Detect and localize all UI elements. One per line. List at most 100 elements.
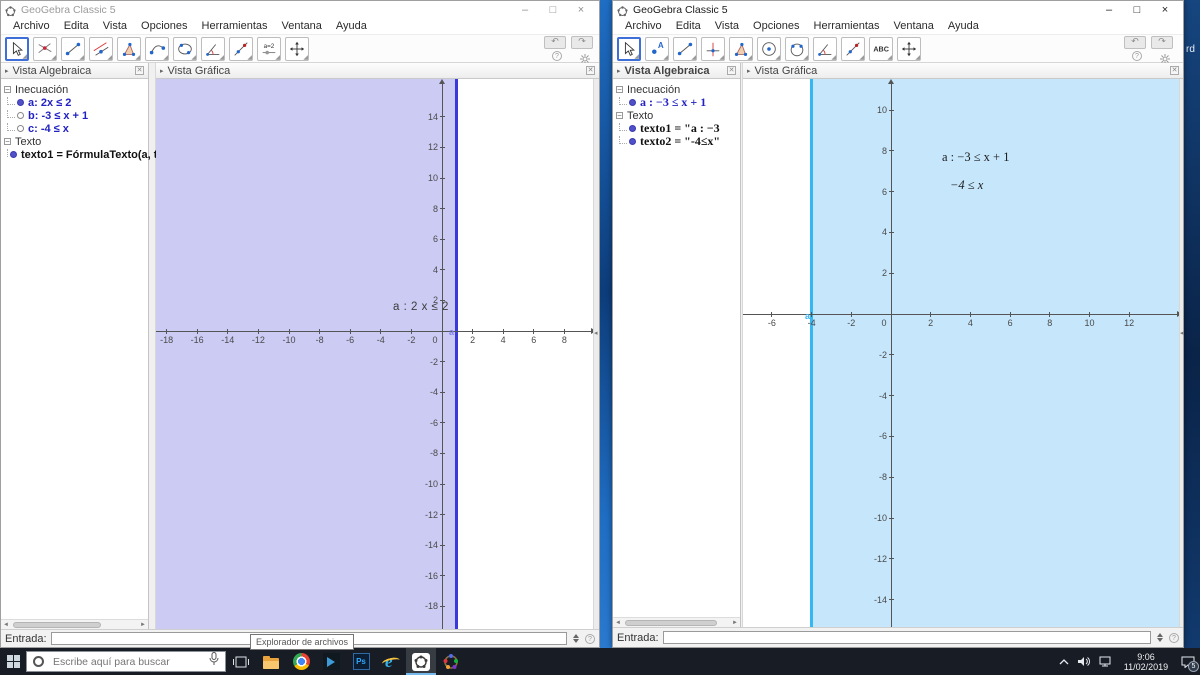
inequality-boundary-line[interactable]: [810, 79, 813, 627]
collapse-left-icon[interactable]: ◂: [1180, 329, 1184, 337]
menu-item-opciones[interactable]: Opciones: [134, 20, 194, 32]
close-icon[interactable]: ✕: [1170, 66, 1179, 75]
search-input[interactable]: [51, 654, 209, 669]
algebra-item[interactable]: a: 2x ≤ 2: [1, 96, 148, 109]
geogebra-color-icon[interactable]: [436, 648, 466, 675]
collapse-strip[interactable]: ◂: [593, 79, 599, 629]
start-button[interactable]: [0, 648, 26, 675]
title-bar[interactable]: GeoGebra Classic 5 – □ ×: [613, 1, 1183, 18]
geogebra-active-icon[interactable]: [406, 648, 436, 675]
polygon-tool-button[interactable]: ◢: [117, 37, 141, 61]
tree-collapse-icon[interactable]: −: [4, 86, 11, 94]
help-icon[interactable]: ?: [585, 633, 595, 644]
minimize-button[interactable]: –: [1095, 2, 1123, 18]
move-graphics-tool-button[interactable]: ◢: [897, 37, 921, 61]
conic-tool-button[interactable]: ◢: [173, 37, 197, 61]
redo-button[interactable]: ↷: [571, 36, 593, 49]
angle-tool-button[interactable]: ◢: [813, 37, 837, 61]
internet-explorer-icon[interactable]: e: [376, 648, 406, 675]
menu-item-edita[interactable]: Edita: [669, 20, 708, 32]
polygon-tool-button[interactable]: ◢: [729, 37, 753, 61]
algebra-item[interactable]: b: -3 ≤ x + 1: [1, 109, 148, 122]
microphone-icon[interactable]: [209, 652, 219, 671]
scrollbar-thumb[interactable]: [625, 619, 717, 626]
minimize-button[interactable]: –: [511, 2, 539, 18]
line-tool-button[interactable]: ◢: [229, 37, 253, 61]
action-center-icon[interactable]: 5: [1176, 648, 1200, 675]
tree-group[interactable]: − Texto: [1, 135, 148, 148]
scrollbar-thumb[interactable]: [13, 621, 101, 628]
graph-canvas[interactable]: a : −3 ≤ x + 1 −4 ≤ x a -6 -4 -2 0 2 4 6 8 10 12 1…: [743, 79, 1181, 627]
menu-item-ayuda[interactable]: Ayuda: [329, 20, 374, 32]
point-label-tool-button[interactable]: A ◢: [645, 37, 669, 61]
menu-item-edita[interactable]: Edita: [57, 20, 96, 32]
move-cursor-tool-button[interactable]: ◢: [5, 37, 29, 61]
algebra-item[interactable]: c: -4 ≤ x: [1, 122, 148, 135]
algebra-item[interactable]: a : −3 ≤ x + 1: [613, 95, 740, 109]
close-icon[interactable]: ✕: [135, 66, 144, 75]
line-tool-button[interactable]: ◢: [841, 37, 865, 61]
visibility-dot[interactable]: [629, 125, 636, 132]
undo-button[interactable]: ↶: [544, 36, 566, 49]
ellipse-tool-button[interactable]: ◢: [785, 37, 809, 61]
input-expand-icon[interactable]: [573, 634, 579, 643]
circular-arc-tool-button[interactable]: ◢: [145, 37, 169, 61]
collapse-strip[interactable]: ◂: [1179, 79, 1184, 627]
scroll-right-icon[interactable]: ►: [138, 622, 148, 628]
intersect-point-tool-button[interactable]: ◢: [33, 37, 57, 61]
move-graphics-tool-button[interactable]: ◢: [285, 37, 309, 61]
help-icon[interactable]: ?: [1132, 51, 1142, 61]
text-object-2[interactable]: −4 ≤ x: [950, 178, 983, 193]
maximize-button[interactable]: □: [539, 2, 567, 18]
segment-tool-button[interactable]: ◢: [673, 37, 697, 61]
menu-item-herramientas[interactable]: Herramientas: [807, 20, 887, 32]
menu-item-vista[interactable]: Vista: [708, 20, 746, 32]
graph-canvas[interactable]: a : 2 x ≤ 2 a -18 -16 -14 -12 -10 -8 -6 -4 -2 0 2 4…: [156, 79, 595, 629]
visibility-dot[interactable]: [10, 151, 17, 158]
taskbar-search[interactable]: [26, 651, 226, 672]
close-icon[interactable]: ✕: [727, 66, 736, 75]
menu-item-vista[interactable]: Vista: [96, 20, 134, 32]
menu-item-ventana[interactable]: Ventana: [887, 20, 941, 32]
expand-arrow-icon[interactable]: ▸: [617, 67, 621, 75]
visibility-dot[interactable]: [17, 99, 24, 106]
entrada-input[interactable]: [662, 631, 1151, 644]
menu-item-herramientas[interactable]: Herramientas: [195, 20, 275, 32]
tree-collapse-icon[interactable]: −: [616, 86, 623, 94]
input-expand-icon[interactable]: [1157, 633, 1163, 642]
slider-tool-button[interactable]: a=2 ◢: [257, 37, 281, 61]
help-icon[interactable]: ?: [1169, 632, 1179, 643]
menu-item-ayuda[interactable]: Ayuda: [941, 20, 986, 32]
collapse-left-icon[interactable]: ◂: [594, 329, 598, 337]
menu-item-archivo[interactable]: Archivo: [618, 20, 669, 32]
expand-arrow-icon[interactable]: ▸: [160, 67, 164, 75]
task-view-icon[interactable]: [226, 648, 256, 675]
close-button[interactable]: ×: [567, 2, 595, 18]
scroll-right-icon[interactable]: ►: [730, 620, 740, 626]
redo-button[interactable]: ↷: [1151, 36, 1173, 49]
circle-center-tool-button[interactable]: ◢: [757, 37, 781, 61]
expand-arrow-icon[interactable]: ▸: [5, 67, 9, 75]
menu-item-ventana[interactable]: Ventana: [275, 20, 329, 32]
angle-tool-button[interactable]: ◢: [201, 37, 225, 61]
visibility-dot[interactable]: [629, 138, 636, 145]
visibility-dot[interactable]: [629, 99, 636, 106]
parallel-line-tool-button[interactable]: ◢: [89, 37, 113, 61]
algebra-item[interactable]: texto2 = "-4≤x": [613, 134, 740, 148]
title-bar[interactable]: GeoGebra Classic 5 – □ ×: [1, 1, 599, 18]
photoshop-icon[interactable]: Ps: [346, 648, 376, 675]
movies-tv-icon[interactable]: [316, 648, 346, 675]
close-button[interactable]: ×: [1151, 2, 1179, 18]
volume-icon[interactable]: [1076, 648, 1093, 675]
close-icon[interactable]: ✕: [586, 66, 595, 75]
network-icon[interactable]: [1097, 648, 1114, 675]
maximize-button[interactable]: □: [1123, 2, 1151, 18]
menu-item-opciones[interactable]: Opciones: [746, 20, 806, 32]
undo-button[interactable]: ↶: [1124, 36, 1146, 49]
chrome-icon[interactable]: [286, 648, 316, 675]
horizontal-scrollbar[interactable]: ◄ ►: [1, 619, 148, 629]
tray-chevron-icon[interactable]: [1055, 648, 1072, 675]
segment-tool-button[interactable]: ◢: [61, 37, 85, 61]
visibility-dot[interactable]: [17, 125, 24, 132]
help-icon[interactable]: ?: [552, 51, 562, 61]
